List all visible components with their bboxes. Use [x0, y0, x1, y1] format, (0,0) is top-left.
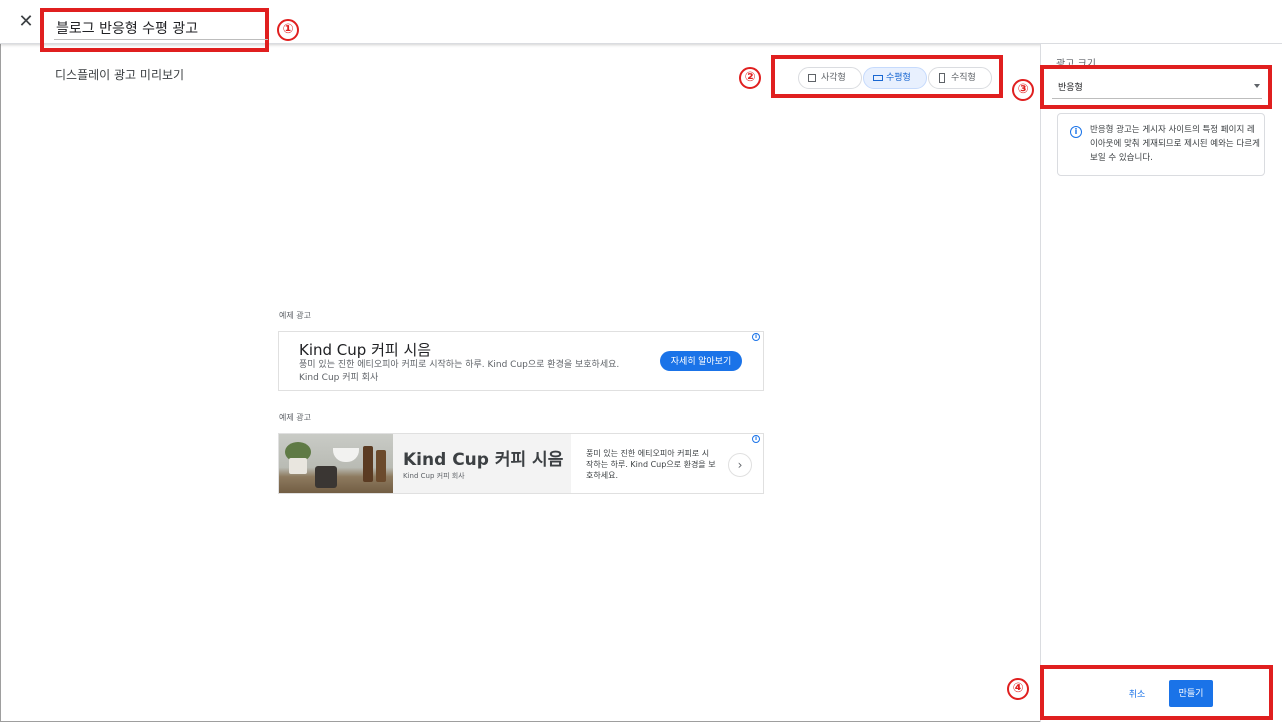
ad-name-input[interactable] [54, 16, 268, 40]
info-box: i 반응형 광고는 게시자 사이트의 특정 페이지 레이아웃에 맞춰 게재되므로… [1057, 113, 1265, 176]
adchoices-icon[interactable]: i [752, 333, 760, 341]
shape-vertical-label: 수직형 [951, 73, 976, 83]
shape-horizontal-button[interactable]: 수평형 [863, 67, 927, 89]
ad2-company: Kind Cup 커피 회사 [403, 472, 465, 480]
ad2-title: Kind Cup 커피 시음 [403, 450, 564, 470]
shape-square-label: 사각형 [821, 73, 846, 83]
marker-3: ③ [1012, 79, 1034, 101]
shape-selector-highlight-box: 사각형 수평형 수직형 [771, 55, 1003, 98]
example-ad-label: 예제 광고 [279, 311, 311, 320]
square-icon [808, 74, 816, 82]
info-text: 반응형 광고는 게시자 사이트의 특정 페이지 레이아웃에 맞춰 게재되므로 제… [1090, 125, 1260, 163]
ad1-description: 풍미 있는 진한 에티오피아 커피로 시작하는 하루. Kind Cup으로 환… [299, 360, 620, 383]
caret-down-icon [1254, 84, 1260, 88]
info-icon: i [1070, 126, 1082, 138]
marker-4: ④ [1007, 678, 1029, 700]
create-button[interactable]: 만들기 [1169, 680, 1213, 707]
shape-horizontal-label: 수평형 [886, 73, 911, 83]
ad2-description: 풍미 있는 진한 에티오피아 커피로 시작하는 하루. Kind Cup으로 환… [586, 449, 716, 480]
ad1-title: Kind Cup 커피 시음 [299, 341, 432, 359]
example-ad-label: 예제 광고 [279, 413, 311, 422]
marker-2: ② [739, 67, 761, 89]
ad2-title-panel: Kind Cup 커피 시음 Kind Cup 커피 회사 [393, 434, 571, 493]
shape-square-button[interactable]: 사각형 [798, 67, 862, 89]
chevron-right-icon[interactable]: › [728, 453, 752, 477]
vertical-rect-icon [939, 73, 945, 83]
adchoices-icon[interactable]: i [752, 435, 760, 443]
close-icon[interactable]: ✕ [16, 12, 36, 32]
marker-1: ① [277, 19, 299, 41]
example-ad-text[interactable]: i Kind Cup 커피 시음 풍미 있는 진한 에티오피아 커피로 시작하는… [278, 331, 764, 391]
preview-title: 디스플레이 광고 미리보기 [55, 68, 185, 82]
ad-size-value: 반응형 [1058, 83, 1083, 93]
horizontal-rect-icon [873, 75, 883, 81]
size-select-highlight-box: 반응형 [1040, 65, 1272, 109]
ad1-cta-button[interactable]: 자세히 알아보기 [660, 351, 742, 371]
title-highlight-box [40, 8, 269, 52]
coffee-product-image [279, 434, 393, 493]
ad-size-select[interactable]: 반응형 [1052, 75, 1262, 99]
example-ad-image[interactable]: Kind Cup 커피 시음 Kind Cup 커피 회사 풍미 있는 진한 에… [278, 433, 764, 494]
cancel-button[interactable]: 취소 [1118, 683, 1156, 705]
footer-highlight-box: 취소 만들기 [1040, 665, 1273, 720]
shape-vertical-button[interactable]: 수직형 [928, 67, 992, 89]
